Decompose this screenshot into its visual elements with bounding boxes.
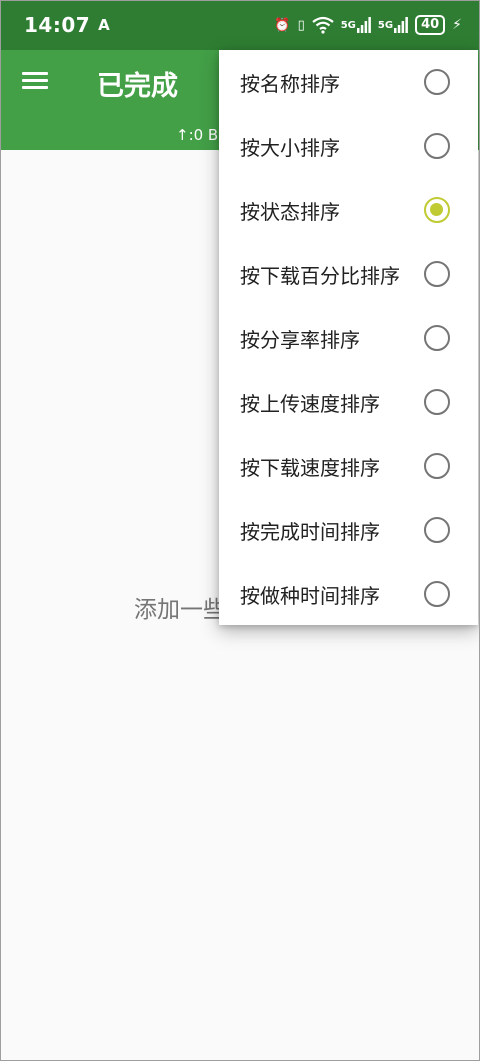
page-title: 已完成 xyxy=(97,71,178,102)
radio-button[interactable] xyxy=(424,581,450,607)
hamburger-menu-icon[interactable] xyxy=(22,68,52,98)
radio-button[interactable] xyxy=(424,261,450,287)
status-bar: 14:07 A ⏰ ▯ 5G 5G 40 ⚡ xyxy=(0,0,480,50)
radio-button[interactable] xyxy=(424,453,450,479)
status-icons: ⏰ ▯ 5G 5G 40 ⚡ xyxy=(274,15,462,35)
sort-option-label: 按分享率排序 xyxy=(240,327,360,352)
status-time: 14:07 xyxy=(24,13,91,37)
radio-button[interactable] xyxy=(424,389,450,415)
sort-by-name[interactable]: 按名称排序 xyxy=(219,50,478,114)
radio-button[interactable] xyxy=(424,133,450,159)
battery-icon: 40 xyxy=(415,15,446,35)
sort-by-seeding-time[interactable]: 按做种时间排序 xyxy=(219,562,478,626)
sort-option-label: 按完成时间排序 xyxy=(240,519,380,544)
radio-button[interactable] xyxy=(424,69,450,95)
sort-by-status[interactable]: 按状态排序 xyxy=(219,178,478,242)
sort-option-label: 按下载速度排序 xyxy=(240,455,380,480)
sort-by-upload-speed[interactable]: 按上传速度排序 xyxy=(219,370,478,434)
radio-button[interactable] xyxy=(424,197,450,223)
sort-option-label: 按大小排序 xyxy=(240,135,340,160)
sort-by-completion-time[interactable]: 按完成时间排序 xyxy=(219,498,478,562)
app-notification-icon: A xyxy=(98,16,110,34)
vibrate-icon: ▯ xyxy=(297,17,305,33)
sort-by-size[interactable]: 按大小排序 xyxy=(219,114,478,178)
radio-button[interactable] xyxy=(424,325,450,351)
sort-by-download-percent[interactable]: 按下载百分比排序 xyxy=(219,242,478,306)
sort-option-label: 按下载百分比排序 xyxy=(240,263,400,288)
signal-icon-sim2: 5G xyxy=(378,17,408,33)
signal-icon-sim1: 5G xyxy=(341,17,371,33)
speed-indicator: ↑:0 B xyxy=(176,126,219,144)
sort-option-label: 按状态排序 xyxy=(240,199,340,224)
sort-by-share-ratio[interactable]: 按分享率排序 xyxy=(219,306,478,370)
signal-label-sim1: 5G xyxy=(340,19,356,31)
sort-option-label: 按做种时间排序 xyxy=(240,583,380,608)
sort-menu: 按名称排序 按大小排序 按状态排序 按下载百分比排序 按分享率排序 按上传速度排… xyxy=(219,50,478,625)
alarm-icon: ⏰ xyxy=(274,17,291,33)
empty-list-hint: 添加一些 xyxy=(134,597,226,623)
wifi-icon xyxy=(312,16,334,34)
charging-icon: ⚡ xyxy=(452,17,462,33)
sort-by-download-speed[interactable]: 按下载速度排序 xyxy=(219,434,478,498)
signal-label-sim2: 5G xyxy=(377,19,394,31)
sort-option-label: 按名称排序 xyxy=(240,71,340,96)
sort-option-label: 按上传速度排序 xyxy=(240,391,380,416)
radio-button[interactable] xyxy=(424,517,450,543)
